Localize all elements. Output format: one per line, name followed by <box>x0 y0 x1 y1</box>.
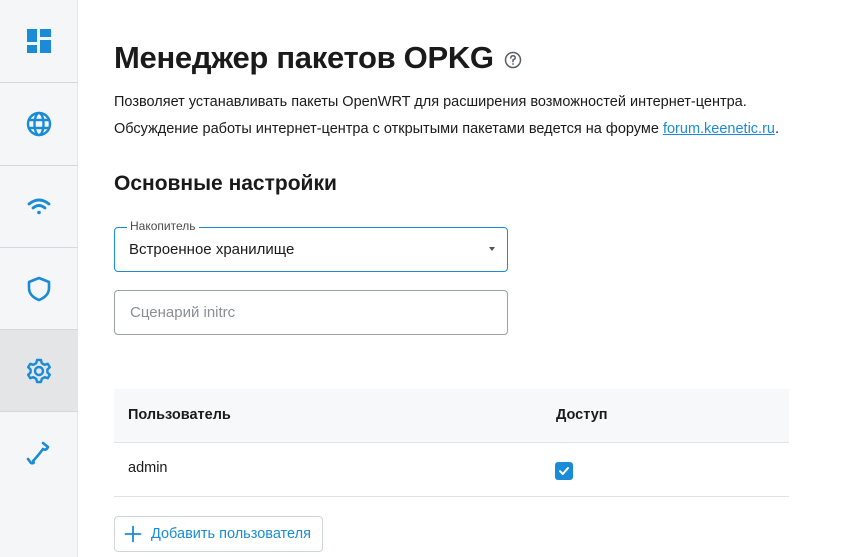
sidebar-item-wifi[interactable] <box>0 166 78 248</box>
caret-down-icon <box>489 247 495 251</box>
title-row: Менеджер пакетов OPKG <box>114 40 522 76</box>
gear-icon <box>27 358 51 384</box>
phone-icon <box>26 441 50 465</box>
wifi-icon <box>27 198 51 215</box>
add-user-button[interactable]: Добавить пользователя <box>114 516 323 552</box>
description-line-2: Обсуждение работы интернет-центра с откр… <box>114 121 779 137</box>
description-text: Обсуждение работы интернет-центра с откр… <box>114 121 663 137</box>
storage-select[interactable]: Накопитель Встроенное хранилище <box>114 219 508 272</box>
check-icon <box>559 467 569 475</box>
sidebar-item-dashboard[interactable] <box>0 0 78 82</box>
sidebar-item-internet[interactable] <box>0 83 78 165</box>
globe-icon <box>26 111 52 137</box>
column-header-user: Пользователь <box>128 407 231 423</box>
user-name: admin <box>128 460 168 476</box>
page-title: Менеджер пакетов OPKG <box>114 40 494 75</box>
description-suffix: . <box>774 121 780 137</box>
shield-icon <box>27 276 51 302</box>
help-circle-icon[interactable] <box>504 51 522 69</box>
forum-link[interactable]: forum.keenetic.ru <box>663 121 775 137</box>
sidebar-item-telephony[interactable] <box>0 412 78 494</box>
access-checkbox[interactable] <box>555 462 573 480</box>
sidebar-item-security[interactable] <box>0 248 78 330</box>
section-title: Основные настройки <box>114 172 337 195</box>
dashboard-icon <box>27 29 51 53</box>
sidebar <box>0 0 78 557</box>
description-line-1: Позволяет устанавливать пакеты OpenWRT д… <box>114 94 747 110</box>
initrc-input[interactable] <box>114 290 508 335</box>
table-header: Пользователь Доступ <box>114 389 789 443</box>
plus-icon <box>124 525 142 543</box>
storage-label: Накопитель <box>127 219 199 233</box>
table-row[interactable]: admin <box>114 443 789 497</box>
storage-value: Встроенное хранилище <box>129 241 295 258</box>
users-table: Пользователь Доступ admin <box>114 389 789 497</box>
column-header-access: Доступ <box>556 407 608 423</box>
add-user-label: Добавить пользователя <box>151 526 311 542</box>
sidebar-item-settings[interactable] <box>0 330 78 412</box>
